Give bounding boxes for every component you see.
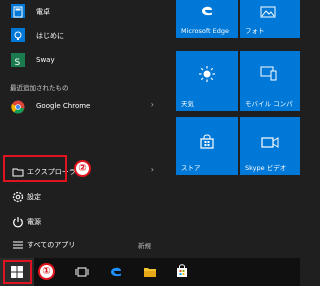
tile-label-store: ストア bbox=[181, 164, 201, 172]
settings-highlight-box bbox=[3, 155, 67, 182]
taskbar-store-button[interactable] bbox=[170, 258, 194, 286]
app-item-sway[interactable]: S Sway bbox=[0, 49, 168, 71]
chrome-icon bbox=[11, 99, 25, 114]
tile-skype-video[interactable]: Skype ビデオ bbox=[240, 117, 300, 175]
taskbar-explorer-button[interactable] bbox=[138, 258, 162, 286]
list-icon bbox=[11, 237, 25, 251]
app-item-calculator[interactable]: 電卓 bbox=[0, 0, 168, 22]
settings-label: 設定 bbox=[27, 193, 41, 201]
power-label: 電源 bbox=[27, 218, 41, 226]
power-icon bbox=[11, 214, 25, 228]
store-icon bbox=[175, 263, 189, 282]
sway-icon: S bbox=[11, 53, 25, 68]
taskbar-edge-button[interactable] bbox=[104, 258, 128, 286]
weather-sun-icon bbox=[198, 65, 216, 87]
app-label-calculator: 電卓 bbox=[36, 8, 50, 16]
app-label-sway: Sway bbox=[36, 56, 55, 64]
tile-photos[interactable]: フォト bbox=[240, 0, 300, 38]
tile-label-skype-video: Skype ビデオ bbox=[245, 164, 287, 172]
start-button-highlight-box bbox=[3, 260, 32, 284]
tile-label-mobile-companion: モバイル コンパ bbox=[245, 100, 293, 108]
gear-icon bbox=[11, 189, 25, 203]
folder-icon bbox=[143, 263, 157, 282]
power-item[interactable]: 電源 bbox=[0, 210, 168, 232]
skype-video-icon bbox=[261, 135, 279, 154]
tile-label-edge: Microsoft Edge bbox=[181, 27, 230, 35]
tile-label-photos: フォト bbox=[245, 27, 265, 35]
store-icon bbox=[199, 134, 215, 154]
photos-icon bbox=[260, 3, 276, 22]
step-1-badge: ① bbox=[38, 263, 55, 280]
tile-label-weather: 天気 bbox=[181, 100, 194, 108]
chevron-right-icon[interactable]: › bbox=[151, 100, 154, 109]
svg-text:S: S bbox=[15, 58, 21, 68]
task-view-button[interactable] bbox=[70, 258, 94, 286]
tile-mobile-companion[interactable]: モバイル コンパ bbox=[240, 51, 300, 111]
lightbulb-icon bbox=[11, 28, 25, 42]
tile-microsoft-edge[interactable]: Microsoft Edge bbox=[176, 0, 238, 38]
start-menu-tiles: Microsoft Edge フォト 天気 モバイル コンパ ストア Skype… bbox=[168, 0, 300, 258]
start-menu-left-pane: 電卓 はじめに S Sway 最近追加されたもの Google Chrome › bbox=[0, 0, 168, 258]
app-item-google-chrome[interactable]: Google Chrome › bbox=[0, 95, 168, 117]
tile-weather[interactable]: 天気 bbox=[176, 51, 238, 111]
calculator-icon bbox=[11, 4, 25, 18]
edge-icon bbox=[109, 263, 123, 282]
settings-item[interactable]: 設定 bbox=[0, 185, 168, 207]
app-item-get-started[interactable]: はじめに bbox=[0, 24, 168, 46]
app-label-google-chrome: Google Chrome bbox=[36, 102, 91, 110]
all-apps-item[interactable]: すべてのアプリ 新規 bbox=[0, 233, 168, 255]
mobile-companion-icon bbox=[260, 66, 278, 86]
edge-icon bbox=[200, 2, 214, 21]
new-badge: 新規 bbox=[138, 242, 151, 250]
tile-store[interactable]: ストア bbox=[176, 117, 238, 175]
step-2-badge: ② bbox=[74, 160, 91, 177]
chevron-right-icon[interactable]: › bbox=[151, 165, 154, 174]
recently-added-header: 最近追加されたもの bbox=[10, 84, 69, 92]
all-apps-label: すべてのアプリ bbox=[27, 241, 76, 249]
task-view-icon bbox=[75, 263, 89, 282]
app-label-get-started: はじめに bbox=[36, 32, 64, 40]
